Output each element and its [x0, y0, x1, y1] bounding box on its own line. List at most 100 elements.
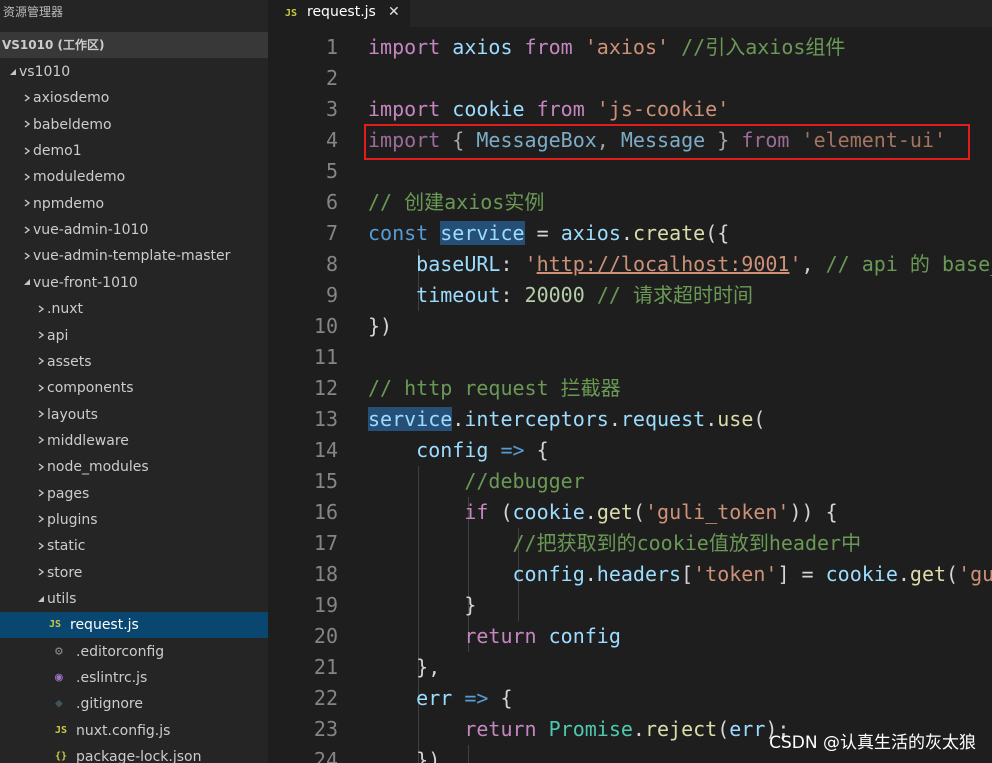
code-line[interactable]: service.interceptors.request.use( [368, 404, 765, 435]
code-line[interactable]: return Promise.reject(err); [368, 714, 789, 745]
code-line[interactable]: timeout: 20000 // 请求超时时间 [368, 280, 753, 311]
tree-item[interactable]: node_modules [0, 454, 268, 480]
code-line[interactable]: }) [368, 745, 440, 763]
js-file-icon: JS [49, 619, 62, 631]
code-line[interactable]: // 创建axios实例 [368, 187, 544, 218]
code-token: 'element-ui' [801, 128, 947, 152]
tree-item[interactable]: middleware [0, 428, 268, 454]
code-line[interactable]: return config [368, 621, 621, 652]
tree-item-label: nuxt.config.js [76, 722, 171, 739]
tree-item[interactable]: pages [0, 481, 268, 507]
tree-item[interactable]: ⚙ .editorconfig [0, 639, 268, 665]
tree-item[interactable]: vue-admin-template-master [0, 243, 268, 269]
tree-item-label: layouts [47, 406, 98, 423]
chevron-right-icon[interactable] [35, 560, 47, 586]
chevron-right-icon[interactable] [21, 217, 33, 243]
chevron-right-icon[interactable] [35, 402, 47, 428]
code-token: => [464, 686, 489, 710]
code-line[interactable]: err => { [368, 683, 512, 714]
code-token: return [464, 624, 537, 648]
chevron-right-icon[interactable] [35, 349, 47, 375]
code-line[interactable]: } [368, 590, 476, 621]
line-number: 18 [313, 562, 338, 586]
tab-request-js[interactable]: JS request.js ✕ [268, 0, 410, 27]
chevron-down-icon[interactable] [7, 59, 19, 85]
code-token: 'guli_token' [644, 500, 790, 524]
chevron-right-icon[interactable] [21, 112, 33, 138]
close-icon[interactable]: ✕ [388, 0, 400, 25]
chevron-down-icon[interactable] [35, 586, 47, 612]
code-editor[interactable]: 1 import axios from 'axios' //引入axios组件 2 3… [268, 32, 992, 763]
chevron-right-icon[interactable] [35, 454, 47, 480]
chevron-right-icon[interactable] [21, 85, 33, 111]
tree-item-label: .eslintrc.js [76, 670, 148, 687]
workspace-header[interactable]: VS1010 (工作区) [0, 32, 268, 58]
chevron-right-icon[interactable] [35, 323, 47, 349]
line-number: 9 [325, 283, 338, 307]
tree-item[interactable]: assets [0, 349, 268, 375]
tree-item[interactable]: npmdemo [0, 191, 268, 217]
code-line[interactable]: // http request 拦截器 [368, 373, 621, 404]
tree-item[interactable]: ◆ .gitignore [0, 691, 268, 717]
tree-item[interactable]: demo1 [0, 138, 268, 164]
chevron-right-icon[interactable] [35, 507, 47, 533]
tree-item[interactable]: vue-admin-1010 [0, 217, 268, 243]
code-token: from [524, 35, 573, 59]
code-line[interactable]: }) [368, 311, 392, 342]
code-line[interactable]: if (cookie.get('guli_token')) { [368, 497, 837, 528]
code-line[interactable]: import cookie from 'js-cookie' [368, 94, 729, 125]
tree-item[interactable]: {} package-lock.json [0, 744, 268, 763]
code-token: ({ [705, 221, 730, 245]
tree-item[interactable]: JS request.js [0, 612, 268, 639]
tree-item[interactable]: vue-front-1010 [0, 270, 268, 296]
tree-item[interactable]: layouts [0, 402, 268, 428]
code-line[interactable]: }, [368, 652, 440, 683]
tree-item[interactable]: static [0, 533, 268, 559]
chevron-right-icon[interactable] [35, 375, 47, 401]
chevron-right-icon[interactable] [21, 191, 33, 217]
tree-item[interactable]: JS nuxt.config.js [0, 718, 268, 744]
tree-item[interactable]: babeldemo [0, 112, 268, 138]
code-token: //引入axios组件 [681, 35, 846, 59]
tree-item[interactable]: utils [0, 586, 268, 612]
tree-item[interactable]: axiosdemo [0, 85, 268, 111]
line-number: 23 [313, 717, 338, 741]
chevron-right-icon[interactable] [35, 481, 47, 507]
line-number: 13 [313, 407, 338, 431]
line-number: 20 [313, 624, 338, 648]
tree-item[interactable]: ◉ .eslintrc.js [0, 665, 268, 691]
code-line[interactable]: config => { [368, 435, 548, 466]
tree-item[interactable]: vs1010 [0, 59, 268, 85]
code-token: interceptors [464, 407, 609, 431]
chevron-right-icon[interactable] [21, 243, 33, 269]
line-number: 2 [325, 66, 338, 90]
tree-item[interactable]: store [0, 560, 268, 586]
code-token: cookie [440, 97, 537, 121]
tree-item-label: .editorconfig [76, 643, 165, 660]
tree-item[interactable]: plugins [0, 507, 268, 533]
code-line[interactable]: import axios from 'axios' //引入axios组件 [368, 32, 845, 63]
code-line[interactable]: //把获取到的cookie值放到header中 [368, 528, 862, 559]
chevron-right-icon[interactable] [21, 138, 33, 164]
code-line[interactable]: //debugger [368, 466, 584, 497]
tree-item[interactable]: api [0, 323, 268, 349]
tree-item[interactable]: moduledemo [0, 164, 268, 190]
code-line[interactable]: const service = axios.create({ [368, 218, 729, 249]
chevron-down-icon[interactable] [21, 270, 33, 296]
code-line[interactable]: import { MessageBox, Message } from 'ele… [368, 125, 946, 156]
tree-item[interactable]: components [0, 375, 268, 401]
chevron-right-icon[interactable] [35, 296, 47, 322]
code-line[interactable]: baseURL: 'http://localhost:9001', // api… [368, 249, 992, 280]
tree-item[interactable]: .nuxt [0, 296, 268, 322]
code-token: from [741, 128, 790, 152]
chevron-right-icon[interactable] [35, 428, 47, 454]
chevron-right-icon[interactable] [21, 164, 33, 190]
js-file-icon: JS [285, 8, 298, 19]
indent-guide [468, 745, 469, 763]
chevron-right-icon[interactable] [35, 533, 47, 559]
code-line[interactable]: config.headers['token'] = cookie.get('gu… [368, 559, 992, 590]
tree-item-label: package-lock.json [76, 749, 202, 763]
